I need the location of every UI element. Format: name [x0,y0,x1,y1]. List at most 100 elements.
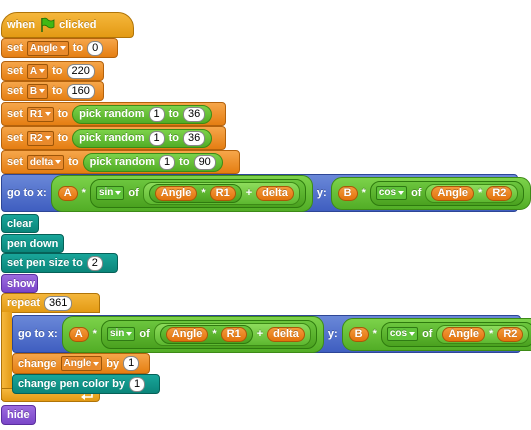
min-input[interactable]: 1 [148,106,165,122]
pen-down-label: pen down [7,237,59,250]
hide-block[interactable]: hide [1,405,36,425]
value-input[interactable]: 220 [66,63,95,79]
max-input[interactable]: 90 [193,154,216,170]
value-input[interactable]: 160 [66,83,95,99]
function-name: cos [378,187,397,198]
var-angle[interactable]: Angle [165,326,209,342]
var-delta[interactable]: delta [267,326,305,342]
change-angle-block[interactable]: change Angle by 1 [12,353,150,374]
var-angle[interactable]: Angle [431,185,475,201]
value-input[interactable]: 0 [87,40,104,56]
variable-name: A [29,65,38,77]
variable-dropdown[interactable]: R2 [26,130,54,146]
change-label: change [18,357,57,370]
change-pen-color-label: change pen color by [18,378,125,390]
min-input[interactable]: 1 [159,154,176,170]
variable-dropdown[interactable]: A [26,63,49,79]
when-flag-clicked-hat[interactable]: when clicked [1,12,134,38]
function-name: sin [98,187,114,198]
change-pen-color-block[interactable]: change pen color by 1 [12,374,160,394]
variable-dropdown[interactable]: Angle [60,356,103,371]
times-operator: * [361,187,366,199]
set-r1-block[interactable]: set R1 to pick random 1 to 36 [1,102,226,126]
pick-random-label: pick random [89,156,156,168]
set-pen-size-block[interactable]: set pen size to 2 [1,253,118,273]
variable-name: Angle [29,42,58,54]
variable-dropdown[interactable]: R1 [26,106,54,122]
times-operator: * [372,328,377,340]
clear-block[interactable]: clear [1,214,39,233]
to-label: to [168,108,180,120]
y-expression[interactable]: B * cos of Angle * R2 [330,176,531,210]
repeat-header[interactable]: repeat 361 [1,293,100,313]
var-b[interactable]: B [337,185,358,201]
variable-name: Angle [63,358,92,369]
pick-random-label: pick random [79,132,145,144]
pen-down-block[interactable]: pen down [1,234,64,253]
times-expression[interactable]: Angle * R2 [436,324,530,344]
x-expression[interactable]: A * sin of Angle * R1 + delta [61,315,324,353]
var-r1[interactable]: R1 [209,185,236,201]
dropdown-arrow-icon [59,46,66,50]
function-dropdown[interactable]: cos [386,327,419,341]
var-r2[interactable]: R2 [486,185,513,201]
variable-dropdown[interactable]: B [26,83,49,99]
plus-operator: + [245,187,253,199]
variable-name: R2 [29,132,43,144]
y-expression[interactable]: B * cos of Angle * R2 [341,317,531,351]
cos-of-reporter[interactable]: cos of Angle * R2 [369,180,525,206]
variable-name: R1 [29,108,43,120]
repeat-count-input[interactable]: 361 [44,295,73,311]
function-dropdown[interactable]: sin [106,327,136,341]
var-angle[interactable]: Angle [442,326,486,342]
var-a[interactable]: A [68,326,89,342]
cos-of-reporter[interactable]: cos of Angle * R2 [380,321,531,347]
times-expression[interactable]: Angle * R2 [425,183,519,203]
times-operator: * [489,328,494,340]
set-r2-block[interactable]: set R2 to pick random 1 to 36 [1,126,226,150]
change-value-input[interactable]: 1 [123,356,140,371]
times-expression[interactable]: Angle * R1 [148,183,242,203]
variable-dropdown[interactable]: delta [26,154,65,170]
dropdown-arrow-icon [126,332,133,336]
var-r2[interactable]: R2 [497,326,524,342]
function-dropdown[interactable]: sin [95,186,125,200]
set-angle-block[interactable]: set Angle to 0 [1,38,118,58]
go-to-xy-block[interactable]: go to x: A * sin of Angle * R1 + delta y… [1,174,531,212]
max-input[interactable]: 36 [183,106,206,122]
times-expression[interactable]: Angle * R1 [159,324,253,344]
var-delta[interactable]: delta [256,185,294,201]
var-a[interactable]: A [57,185,78,201]
min-input[interactable]: 1 [148,130,165,146]
function-name: sin [109,328,125,339]
pick-random-reporter[interactable]: pick random 1 to 36 [72,104,213,124]
set-label: set [7,156,23,168]
plus-expression[interactable]: Angle * R1 + delta [153,322,311,346]
var-b[interactable]: B [348,326,369,342]
sin-of-reporter[interactable]: sin of Angle * R1 + delta [100,319,317,349]
dropdown-arrow-icon [44,112,51,116]
dropdown-arrow-icon [44,136,51,140]
pick-random-reporter[interactable]: pick random 1 to 90 [82,152,223,172]
show-label: show [7,277,36,290]
var-angle[interactable]: Angle [154,185,198,201]
sin-of-reporter[interactable]: sin of Angle * R1 + delta [89,178,306,208]
pick-random-label: pick random [79,108,145,120]
max-input[interactable]: 36 [183,130,206,146]
pick-random-reporter[interactable]: pick random 1 to 36 [72,128,213,148]
plus-expression[interactable]: Angle * R1 + delta [142,181,300,205]
var-r1[interactable]: R1 [220,326,247,342]
x-expression[interactable]: A * sin of Angle * R1 + delta [50,174,313,212]
function-name: cos [389,328,408,339]
set-label: set [7,85,23,97]
function-dropdown[interactable]: cos [375,186,408,200]
dropdown-arrow-icon [115,191,122,195]
pen-color-input[interactable]: 1 [128,376,146,392]
pen-size-input[interactable]: 2 [86,255,103,271]
set-delta-block[interactable]: set delta to pick random 1 to 90 [1,150,240,174]
set-b-block[interactable]: set B to 160 [1,81,104,101]
set-a-block[interactable]: set A to 220 [1,61,104,81]
inner-go-to-xy-block[interactable]: go to x: A * sin of Angle * R1 + delta y… [12,315,531,353]
show-block[interactable]: show [1,274,38,293]
variable-dropdown[interactable]: Angle [26,40,69,56]
